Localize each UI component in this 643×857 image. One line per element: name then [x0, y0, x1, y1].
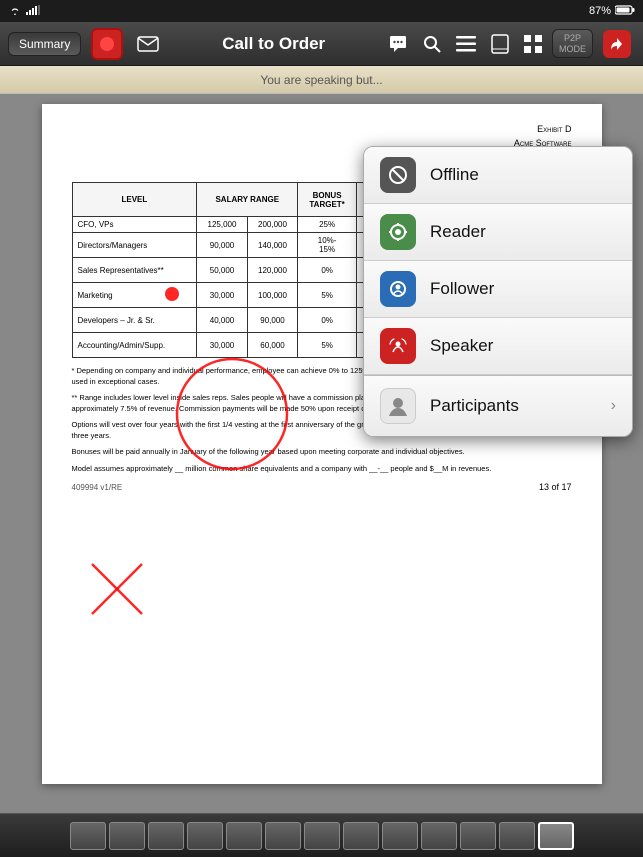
thumb-3[interactable] [148, 822, 184, 850]
cell-sal2: 100,000 [247, 283, 298, 308]
col-bonus: BONUSTARGET* [298, 183, 357, 217]
participants-icon [380, 388, 416, 424]
chevron-right-icon: › [611, 397, 616, 415]
thumb-8[interactable] [343, 822, 379, 850]
cell-level: Marketing [72, 283, 197, 308]
nav-bar: Summary Call to Order [0, 22, 643, 66]
status-bar: 87% [0, 0, 643, 22]
mail-button[interactable] [133, 32, 163, 56]
cell-bonus: 5% [298, 333, 357, 358]
speaking-text-ellipsis: ... [373, 73, 383, 87]
cell-bonus: 25% [298, 217, 357, 233]
mode-dropdown: Offline Reader [363, 146, 633, 437]
cell-level: Accounting/Admin/Supp. [72, 333, 197, 358]
follower-icon [380, 271, 416, 307]
nav-right: P2PMODE [384, 26, 635, 62]
nav-title: Call to Order [163, 34, 384, 54]
cell-sal1: 125,000 [197, 217, 248, 233]
cell-sal1: 30,000 [197, 283, 248, 308]
cell-level: CFO, VPs [72, 217, 197, 233]
record-dot-icon [100, 37, 114, 51]
thumb-1[interactable] [70, 822, 106, 850]
thumb-6[interactable] [265, 822, 301, 850]
speaking-banner: You are speaking but ... [0, 66, 643, 94]
speaker-label: Speaker [430, 336, 616, 356]
reader-label: Reader [430, 222, 616, 242]
record-dot-container [91, 28, 123, 60]
more-button[interactable] [599, 26, 635, 62]
cell-level: Directors/Managers [72, 233, 197, 258]
cell-bonus: 0% [298, 308, 357, 333]
cell-bonus: 0% [298, 258, 357, 283]
p2p-button[interactable]: P2PMODE [552, 29, 593, 59]
cell-sal2: 90,000 [247, 308, 298, 333]
doc-exhibit-label: Exhibit D [72, 124, 572, 134]
reader-icon [380, 214, 416, 250]
follower-label: Follower [430, 279, 616, 299]
cell-bonus: 5% [298, 283, 357, 308]
annotation-button[interactable] [384, 30, 412, 58]
offline-label: Offline [430, 165, 616, 185]
cell-sal1: 90,000 [197, 233, 248, 258]
list-button[interactable] [452, 32, 480, 56]
battery-icon [615, 5, 635, 18]
search-button[interactable] [418, 30, 446, 58]
thumb-10[interactable] [421, 822, 457, 850]
page-number: 13 of 17 [539, 482, 572, 492]
tablet-view-button[interactable] [486, 30, 514, 58]
status-left [8, 5, 40, 18]
thumb-11[interactable] [460, 822, 496, 850]
speaker-option[interactable]: Speaker [364, 318, 632, 375]
follower-option[interactable]: Follower [364, 261, 632, 318]
cell-level: Sales Representatives** [72, 258, 197, 283]
thumb-7[interactable] [304, 822, 340, 850]
para-model: Model assumes approximately __ million c… [72, 464, 572, 475]
thumb-2[interactable] [109, 822, 145, 850]
grid-button[interactable] [520, 31, 546, 57]
thumb-4[interactable] [187, 822, 223, 850]
participants-option[interactable]: Participants › [364, 376, 632, 436]
status-right: 87% [589, 5, 635, 18]
cell-sal1: 50,000 [197, 258, 248, 283]
thumb-12[interactable] [499, 822, 535, 850]
speaking-text: You are speaking but [260, 73, 372, 87]
wifi-icon [8, 5, 22, 18]
cell-sal2: 140,000 [247, 233, 298, 258]
para-bonuses: Bonuses will be paid annually in January… [72, 447, 572, 458]
record-button[interactable] [87, 24, 127, 64]
cell-level: Developers – Jr. & Sr. [72, 308, 197, 333]
cell-bonus: 10%-15% [298, 233, 357, 258]
col-salary-range: SALARY RANGE [197, 183, 298, 217]
participants-label: Participants [430, 396, 597, 416]
nav-left: Summary [8, 24, 163, 64]
thumb-5[interactable] [226, 822, 262, 850]
cell-sal1: 40,000 [197, 308, 248, 333]
offline-icon [380, 157, 416, 193]
thumb-13[interactable] [538, 822, 574, 850]
speaker-icon [380, 328, 416, 364]
thumbnail-bar [0, 813, 643, 857]
thumb-9[interactable] [382, 822, 418, 850]
reader-option[interactable]: Reader [364, 204, 632, 261]
cell-sal2: 60,000 [247, 333, 298, 358]
summary-button[interactable]: Summary [8, 32, 81, 56]
signal-bars [26, 5, 40, 18]
col-level: LEVEL [72, 183, 197, 217]
cell-sal2: 200,000 [247, 217, 298, 233]
main-content: Exhibit D Acme Software Salary & Option … [0, 94, 643, 813]
doc-ref: 409994 v1/RE [72, 483, 123, 492]
cell-sal1: 30,000 [197, 333, 248, 358]
cell-sal2: 120,000 [247, 258, 298, 283]
offline-option[interactable]: Offline [364, 147, 632, 204]
battery-level: 87% [589, 5, 611, 17]
